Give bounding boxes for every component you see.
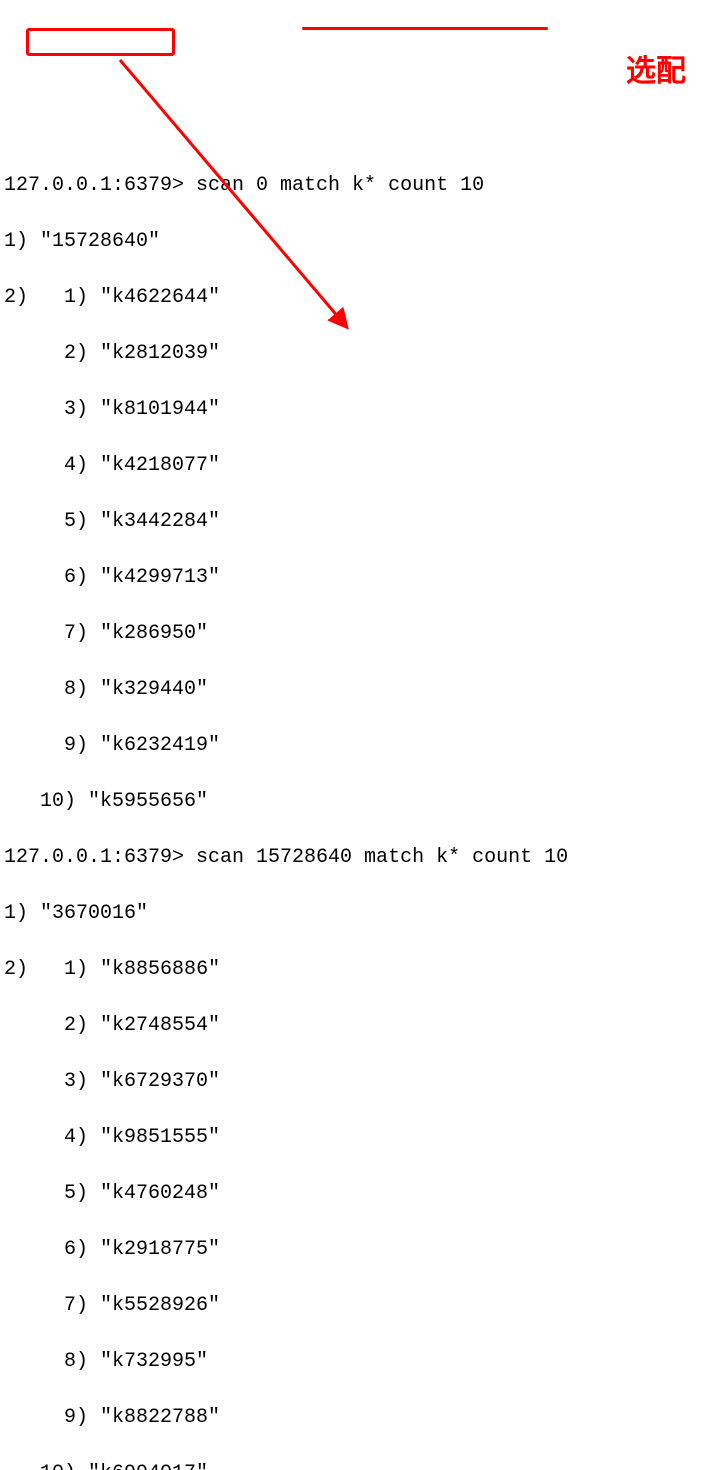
item-value: "k329440" <box>100 678 208 701</box>
item-value: "k2918775" <box>100 1238 220 1261</box>
item-value: "k8822788" <box>100 1406 220 1429</box>
item-value: "k6729370" <box>100 1070 220 1093</box>
item-index: 9) <box>52 1406 100 1429</box>
list-result-row: 6) "k4299713" <box>4 564 714 592</box>
item-index: 5) <box>52 1182 100 1205</box>
item-value: "k6232419" <box>100 734 220 757</box>
result-index: 1) <box>4 902 40 925</box>
command-args-underline <box>302 27 548 30</box>
item-index: 8) <box>52 1350 100 1373</box>
item-value: "k9851555" <box>100 1126 220 1149</box>
list-result-row: 4) "k4218077" <box>4 452 714 480</box>
item-value: "k4299713" <box>100 566 220 589</box>
item-value: "k4218077" <box>100 454 220 477</box>
list-label: 2) <box>4 286 28 309</box>
item-value: "k4622644" <box>100 286 220 309</box>
item-index: 5) <box>52 510 100 533</box>
list-result-row: 9) "k6232419" <box>4 732 714 760</box>
list-result-row: 8) "k732995" <box>4 1348 714 1376</box>
item-value: "k2748554" <box>100 1014 220 1037</box>
command-text: scan 15728640 match k* count 10 <box>196 846 568 869</box>
item-value: "k5955656" <box>88 790 208 813</box>
item-value: "k8101944" <box>100 398 220 421</box>
command-line-2: 127.0.0.1:6379> scan 15728640 match k* c… <box>4 844 714 872</box>
item-index: 6) <box>52 1238 100 1261</box>
item-index: 1) <box>52 958 100 981</box>
list-result-row: 9) "k8822788" <box>4 1404 714 1432</box>
cursor-result-2: 1) "3670016" <box>4 900 714 928</box>
command-text: scan 0 match k* count 10 <box>196 174 484 197</box>
list-result-row: 2) 1) "k4622644" <box>4 284 714 312</box>
item-index: 10) <box>40 1462 88 1470</box>
item-index: 6) <box>52 566 100 589</box>
list-result-row: 2) "k2812039" <box>4 340 714 368</box>
list-result-row: 2) "k2748554" <box>4 1012 714 1040</box>
item-index: 7) <box>52 622 100 645</box>
item-index: 10) <box>40 790 88 813</box>
list-result-row: 10) "k6994017" <box>4 1460 714 1470</box>
item-index: 2) <box>52 1014 100 1037</box>
item-index: 8) <box>52 678 100 701</box>
cursor-result-1: 1) "15728640" <box>4 228 714 256</box>
item-index: 1) <box>52 286 100 309</box>
item-index: 9) <box>52 734 100 757</box>
list-result-row: 3) "k8101944" <box>4 396 714 424</box>
item-index: 4) <box>52 1126 100 1149</box>
list-result-row: 4) "k9851555" <box>4 1124 714 1152</box>
cursor-value: "3670016" <box>40 902 148 925</box>
prompt-prefix: 127.0.0.1:6379> <box>4 846 196 869</box>
cursor-value-highlight-box <box>26 28 175 56</box>
command-line-1: 127.0.0.1:6379> scan 0 match k* count 10 <box>4 172 714 200</box>
item-value: "k5528926" <box>100 1294 220 1317</box>
item-value: "k2812039" <box>100 342 220 365</box>
list-result-row: 6) "k2918775" <box>4 1236 714 1264</box>
list-result-row: 5) "k4760248" <box>4 1180 714 1208</box>
item-index: 3) <box>52 1070 100 1093</box>
cursor-value: "15728640" <box>40 230 160 253</box>
item-value: "k6994017" <box>88 1462 208 1470</box>
list-label: 2) <box>4 958 28 981</box>
item-value: "k732995" <box>100 1350 208 1373</box>
list-result-row: 7) "k286950" <box>4 620 714 648</box>
item-value: "k286950" <box>100 622 208 645</box>
list-result-row: 3) "k6729370" <box>4 1068 714 1096</box>
list-result-row: 2) 1) "k8856886" <box>4 956 714 984</box>
list-result-row: 5) "k3442284" <box>4 508 714 536</box>
item-index: 3) <box>52 398 100 421</box>
list-result-row: 10) "k5955656" <box>4 788 714 816</box>
terminal-output: 127.0.0.1:6379> scan 0 match k* count 10… <box>4 144 714 1470</box>
item-value: "k8856886" <box>100 958 220 981</box>
result-index: 1) <box>4 230 40 253</box>
item-index: 7) <box>52 1294 100 1317</box>
item-value: "k3442284" <box>100 510 220 533</box>
list-result-row: 8) "k329440" <box>4 676 714 704</box>
annotation-label: 选配 <box>626 58 686 86</box>
item-index: 2) <box>52 342 100 365</box>
item-index: 4) <box>52 454 100 477</box>
list-result-row: 7) "k5528926" <box>4 1292 714 1320</box>
item-value: "k4760248" <box>100 1182 220 1205</box>
prompt-prefix: 127.0.0.1:6379> <box>4 174 196 197</box>
